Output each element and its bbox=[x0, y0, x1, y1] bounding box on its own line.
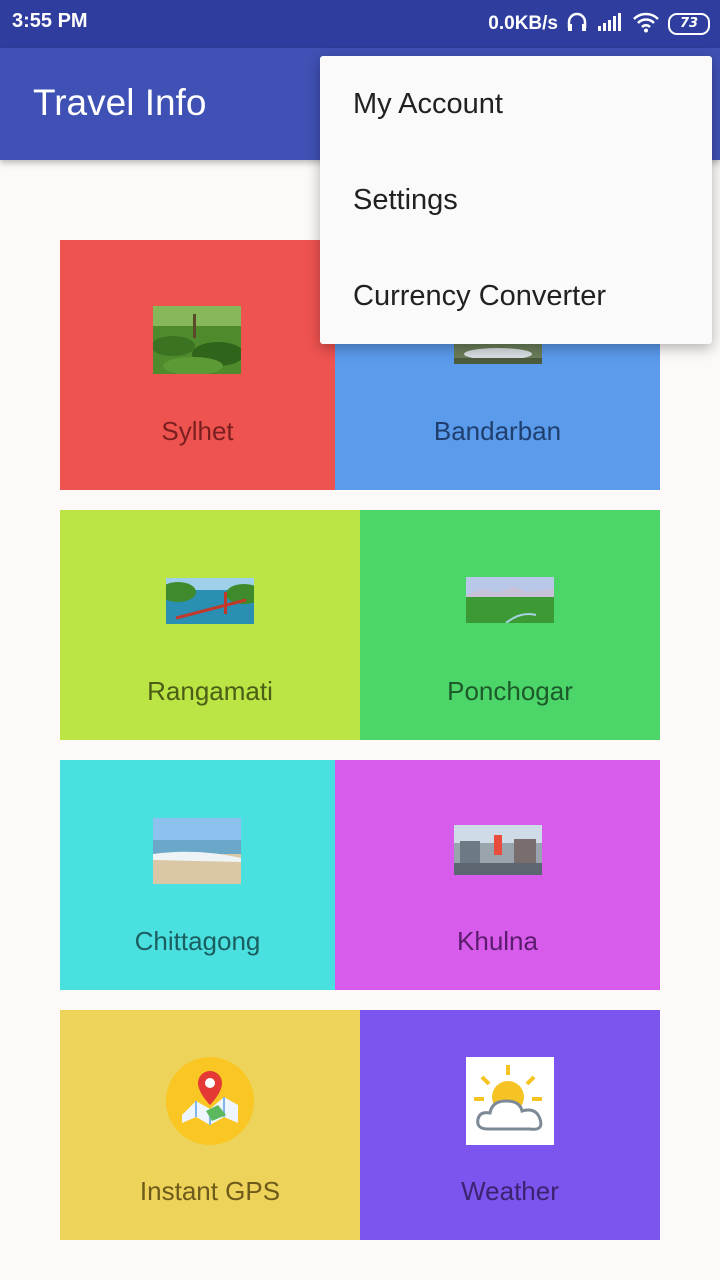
tile-instant-gps[interactable]: Instant GPS bbox=[60, 1010, 360, 1240]
tile-chittagong[interactable]: Chittagong bbox=[60, 760, 335, 990]
tile-label-chittagong: Chittagong bbox=[134, 926, 261, 956]
menu-item-settings[interactable]: Settings bbox=[320, 152, 712, 248]
weather-cloud-sun-icon bbox=[466, 1057, 554, 1145]
menu-item-my-account[interactable]: My Account bbox=[320, 56, 712, 152]
sylhet-photo bbox=[153, 306, 241, 374]
tile-label-sylhet: Sylhet bbox=[161, 416, 234, 446]
tile-label-ponchogar: Ponchogar bbox=[447, 676, 573, 706]
tile-weather[interactable]: Weather bbox=[360, 1010, 660, 1240]
chittagong-photo bbox=[153, 818, 241, 884]
khulna-photo bbox=[454, 825, 542, 875]
battery-icon: 73 bbox=[668, 13, 710, 35]
tile-label-weather: Weather bbox=[461, 1176, 559, 1206]
status-bar: 3:55 PM 0.0KB/s 73 bbox=[0, 0, 720, 48]
signal-icon bbox=[596, 12, 624, 36]
network-speed: 0.0KB/s bbox=[488, 13, 558, 34]
app-title: Travel Info bbox=[33, 82, 207, 123]
status-icons: 0.0KB/s 73 bbox=[488, 8, 710, 40]
headphones-icon bbox=[566, 11, 588, 37]
tile-label-rangamati: Rangamati bbox=[147, 676, 273, 706]
rangamati-photo bbox=[166, 578, 254, 624]
menu-item-currency-converter[interactable]: Currency Converter bbox=[320, 248, 712, 344]
tile-label-khulna: Khulna bbox=[457, 926, 538, 956]
ponchogar-photo bbox=[466, 577, 554, 623]
wifi-icon bbox=[632, 11, 660, 37]
tile-label-instant-gps: Instant GPS bbox=[139, 1176, 281, 1206]
tile-khulna[interactable]: Khulna bbox=[335, 760, 660, 990]
status-time: 3:55 PM bbox=[12, 10, 88, 32]
map-pin-icon bbox=[166, 1057, 254, 1145]
tile-label-bandarban: Bandarban bbox=[433, 416, 562, 446]
tile-ponchogar[interactable]: Ponchogar bbox=[360, 510, 660, 740]
tile-sylhet[interactable]: Sylhet bbox=[60, 240, 335, 490]
overflow-menu: My Account Settings Currency Converter bbox=[320, 56, 712, 344]
tile-rangamati[interactable]: Rangamati bbox=[60, 510, 360, 740]
